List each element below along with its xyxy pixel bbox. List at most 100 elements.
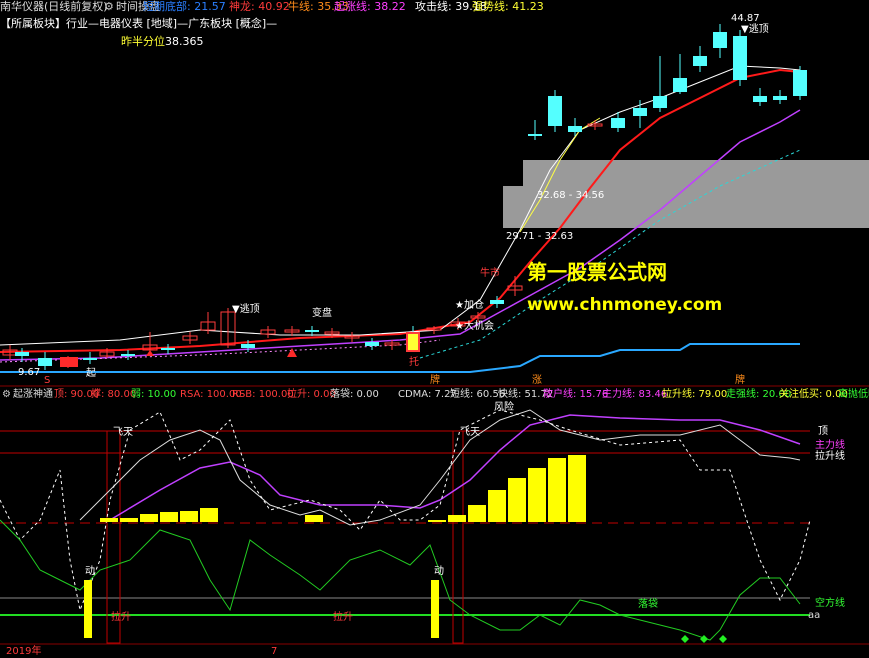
band-upper-label: 32.68 - 34.56 (537, 190, 605, 201)
red-triangle-2 (146, 350, 154, 356)
highlight-candle (406, 332, 420, 352)
volume-bar (468, 505, 486, 522)
percentile-value: 38.365 (165, 35, 204, 48)
move-label-2: 动 (434, 566, 444, 577)
volume-bar (528, 468, 546, 522)
green-diamond-2 (700, 635, 708, 643)
candle-body (241, 344, 255, 348)
candle-body (161, 348, 175, 350)
move-signal-bar (431, 580, 439, 638)
signal-box-2 (452, 430, 464, 644)
candle-body (121, 354, 135, 356)
short-line-white (79, 409, 801, 526)
candle-body (548, 96, 562, 126)
red-block-marker (60, 357, 78, 367)
candle-body (528, 134, 542, 136)
lstat-10: 散户线: 15.76 (543, 389, 609, 400)
big-chance-label: ★大机会 (455, 321, 494, 332)
tuo-label: 托 (409, 357, 419, 368)
volume-bar (160, 512, 178, 522)
month-label: 7 (271, 646, 278, 657)
escape-top-label-right: ▼逃顶 (741, 24, 769, 35)
lstat-5: 拉升: 0.00 (287, 389, 336, 400)
ma-magenta (0, 109, 801, 361)
gear-icon[interactable]: ⚙ (2, 388, 11, 401)
bottom-marker-1: 牌 (430, 375, 440, 386)
stat-1: 神龙: 40.92 (229, 0, 290, 13)
candle-body (793, 70, 807, 96)
band-lower-label: 29.71 - 32.63 (506, 231, 574, 242)
top-label: 顶 (818, 426, 828, 437)
candle-body (490, 300, 504, 304)
candle-body (365, 342, 379, 346)
candle-body (713, 32, 727, 48)
volume-bar (488, 490, 506, 522)
watermark-title: 第一股票公式网 (527, 260, 667, 284)
candle-body (83, 358, 97, 360)
resistance-band-upper (523, 160, 869, 187)
stat-5: 强势线: 41.23 (472, 0, 544, 13)
rise-line-label: 拉升线 (815, 451, 845, 462)
red-triangle-1 (287, 348, 297, 357)
stat-3: 起涨线: 38.22 (334, 0, 406, 13)
stat-0: 短期底部: 21.57 (143, 0, 226, 13)
lstat-11: 主力线: 83.46 (602, 389, 668, 400)
candle-body (693, 56, 707, 66)
qi-label: 起 (86, 368, 96, 379)
low-value-label: 9.67 (18, 367, 41, 378)
rise-label-2: 拉升 (333, 612, 353, 623)
candle-body (733, 36, 747, 80)
volume-bar (568, 455, 586, 522)
green-diamond-3 (719, 635, 727, 643)
candle-body (611, 118, 625, 128)
lstat-7: CDMA: 7.27 (398, 389, 457, 400)
lower-bar: ⚙ 起涨神通 顶: 90.00 撑: 80.00 弱: 10.00 RSA: 1… (0, 388, 869, 401)
add-position-label: ★加仓 (455, 300, 484, 311)
volume-bar (200, 508, 218, 522)
volume-bar (120, 518, 138, 522)
volume-bar (140, 514, 158, 522)
candle-body (673, 78, 687, 92)
candle-body (15, 352, 29, 356)
volume-bar (448, 515, 466, 522)
candle-body (38, 358, 52, 366)
candle-body (773, 96, 787, 100)
candle-body (653, 96, 667, 108)
change-hands-label: 变盘 (312, 308, 332, 319)
year-label: 2019年 (6, 646, 42, 657)
volume-bar (508, 478, 526, 522)
bottom-marker-3: 牌 (735, 375, 745, 386)
lstat-8: 短线: 60.56 (450, 389, 506, 400)
volume-bar (428, 520, 446, 522)
lower-title[interactable]: 起涨神通 (13, 388, 53, 401)
rise-label-1: 拉升 (111, 612, 131, 623)
take-profit-label: 落袋 (638, 599, 658, 610)
candle-body (633, 108, 647, 116)
gear-icon[interactable]: ⚙ (104, 0, 114, 13)
lstat-1: 撑: 80.00 (91, 389, 137, 400)
lstat-12: 拉升线: 79.00 (662, 389, 728, 400)
volume-bar (180, 511, 198, 522)
green-diamond-1 (681, 635, 689, 643)
move-signal-bar (84, 580, 92, 638)
escape-top-label-left: ▼逃顶 (232, 304, 260, 315)
lstat-4: RSB: 100.00 (232, 389, 294, 400)
candle-body (568, 126, 582, 132)
risk-label: 风险 (494, 402, 514, 413)
lstat-6: 落袋: 0.00 (330, 389, 379, 400)
volume-bar (100, 518, 118, 522)
volume-bar (305, 515, 323, 522)
fly-label-2: 飞天 (460, 427, 480, 438)
lstat-2: 弱: 10.00 (131, 389, 177, 400)
aa-label: aa (808, 610, 821, 621)
chart-canvas[interactable] (0, 0, 869, 657)
watermark-url: www.chnmoney.com (527, 295, 723, 315)
candle-body (305, 330, 319, 332)
percentile-label: 昨半分位 (121, 35, 165, 48)
stock-title[interactable]: 南华仪器(日线前复权) (0, 0, 108, 13)
volume-bar (548, 458, 566, 522)
move-label-1: 动 (85, 566, 95, 577)
candle-body (753, 96, 767, 102)
sector-bar: 【所属板块】行业—电器仪表 [地域]—广东板块 [概念]— (0, 17, 278, 30)
s-marker: S (44, 375, 51, 386)
